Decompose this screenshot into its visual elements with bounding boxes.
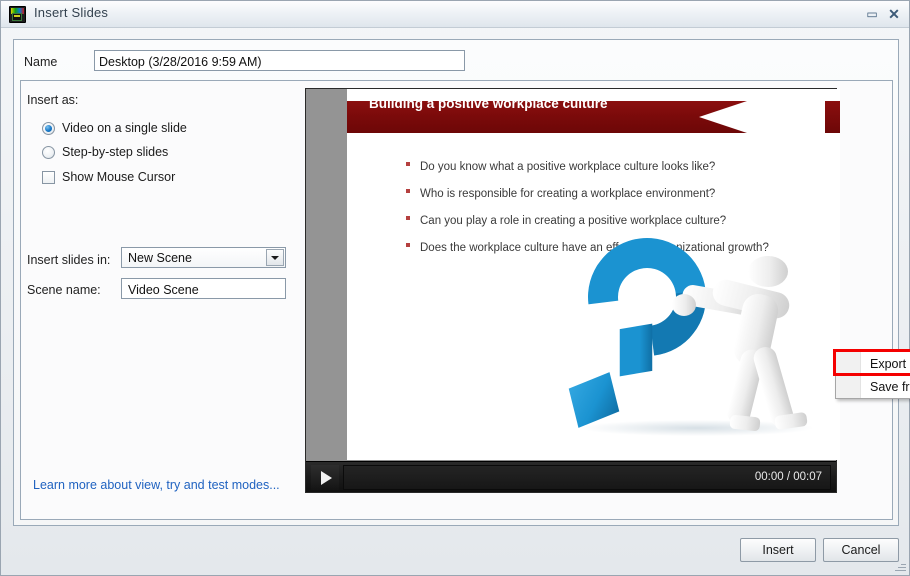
radio-label: Video on a single slide [62,121,187,135]
select-value: New Scene [128,251,192,265]
video-preview: Building a positive workplace culture Do… [305,88,910,493]
figure-hand [672,294,696,316]
title-bar: Insert Slides ▭ ✕ [1,1,909,28]
bullet-square-icon [406,162,410,166]
video-player-controls: 00:00 / 00:07 [306,461,836,492]
learn-more-link[interactable]: Learn more about view, try and test mode… [33,478,280,492]
checkbox-label: Show Mouse Cursor [62,170,176,184]
insert-button[interactable]: Insert [740,538,816,562]
seek-bar[interactable]: 00:00 / 00:07 [343,465,831,490]
chevron-down-icon[interactable] [266,249,284,266]
question-mark-stem [619,323,653,377]
scene-name-input[interactable] [121,278,286,299]
list-item: Who is responsible for creating a workpl… [406,184,826,202]
checkbox-icon-unchecked [42,171,55,184]
bullet-text: Who is responsible for creating a workpl… [420,188,716,200]
play-button[interactable] [311,465,339,490]
question-mark-illustration [562,214,832,449]
name-label: Name [24,55,58,69]
bullet-text: Can you play a role in creating a positi… [420,215,727,227]
letterbox-left [306,89,347,460]
close-button[interactable]: ✕ [885,5,903,23]
scene-name-label: Scene name: [27,283,101,297]
name-input[interactable] [94,50,465,71]
list-item: Can you play a role in creating a positi… [406,211,826,229]
bullet-square-icon [406,189,410,193]
annotation-highlight-rectangle [833,349,910,376]
restore-button[interactable]: ▭ [863,5,881,23]
insert-as-label: Insert as: [27,93,79,107]
list-item: Do you know what a positive workplace cu… [406,157,826,175]
play-icon [321,471,332,485]
content-panel: Name Insert as: Video on a single slide … [13,39,910,526]
cancel-button[interactable]: Cancel [823,538,899,562]
figure-foot-front [729,414,761,432]
slide-title-ribbon-tail [825,101,840,133]
bullet-square-icon [406,216,410,220]
app-icon [9,6,26,23]
radio-label: Step-by-step slides [62,145,169,159]
insert-slides-dialog: Insert Slides ▭ ✕ Name Insert as: Video … [0,0,910,576]
time-display: 00:00 / 00:07 [754,471,822,483]
insert-slides-in-select[interactable]: New Scene [121,247,286,268]
figure-head [748,256,788,287]
bullet-square-icon [406,243,410,247]
insert-slides-in-label: Insert slides in: [27,253,111,267]
slide-canvas: Building a positive workplace culture Do… [347,89,840,460]
menu-item-save-frame[interactable]: Save frame [861,376,910,399]
slide-title: Building a positive workplace culture [369,96,608,111]
window-title: Insert Slides [34,5,109,20]
radio-icon-selected [42,122,55,135]
bullet-text: Do you know what a positive workplace cu… [420,161,716,173]
resize-grip[interactable] [894,560,906,572]
radio-icon-unselected [42,146,55,159]
